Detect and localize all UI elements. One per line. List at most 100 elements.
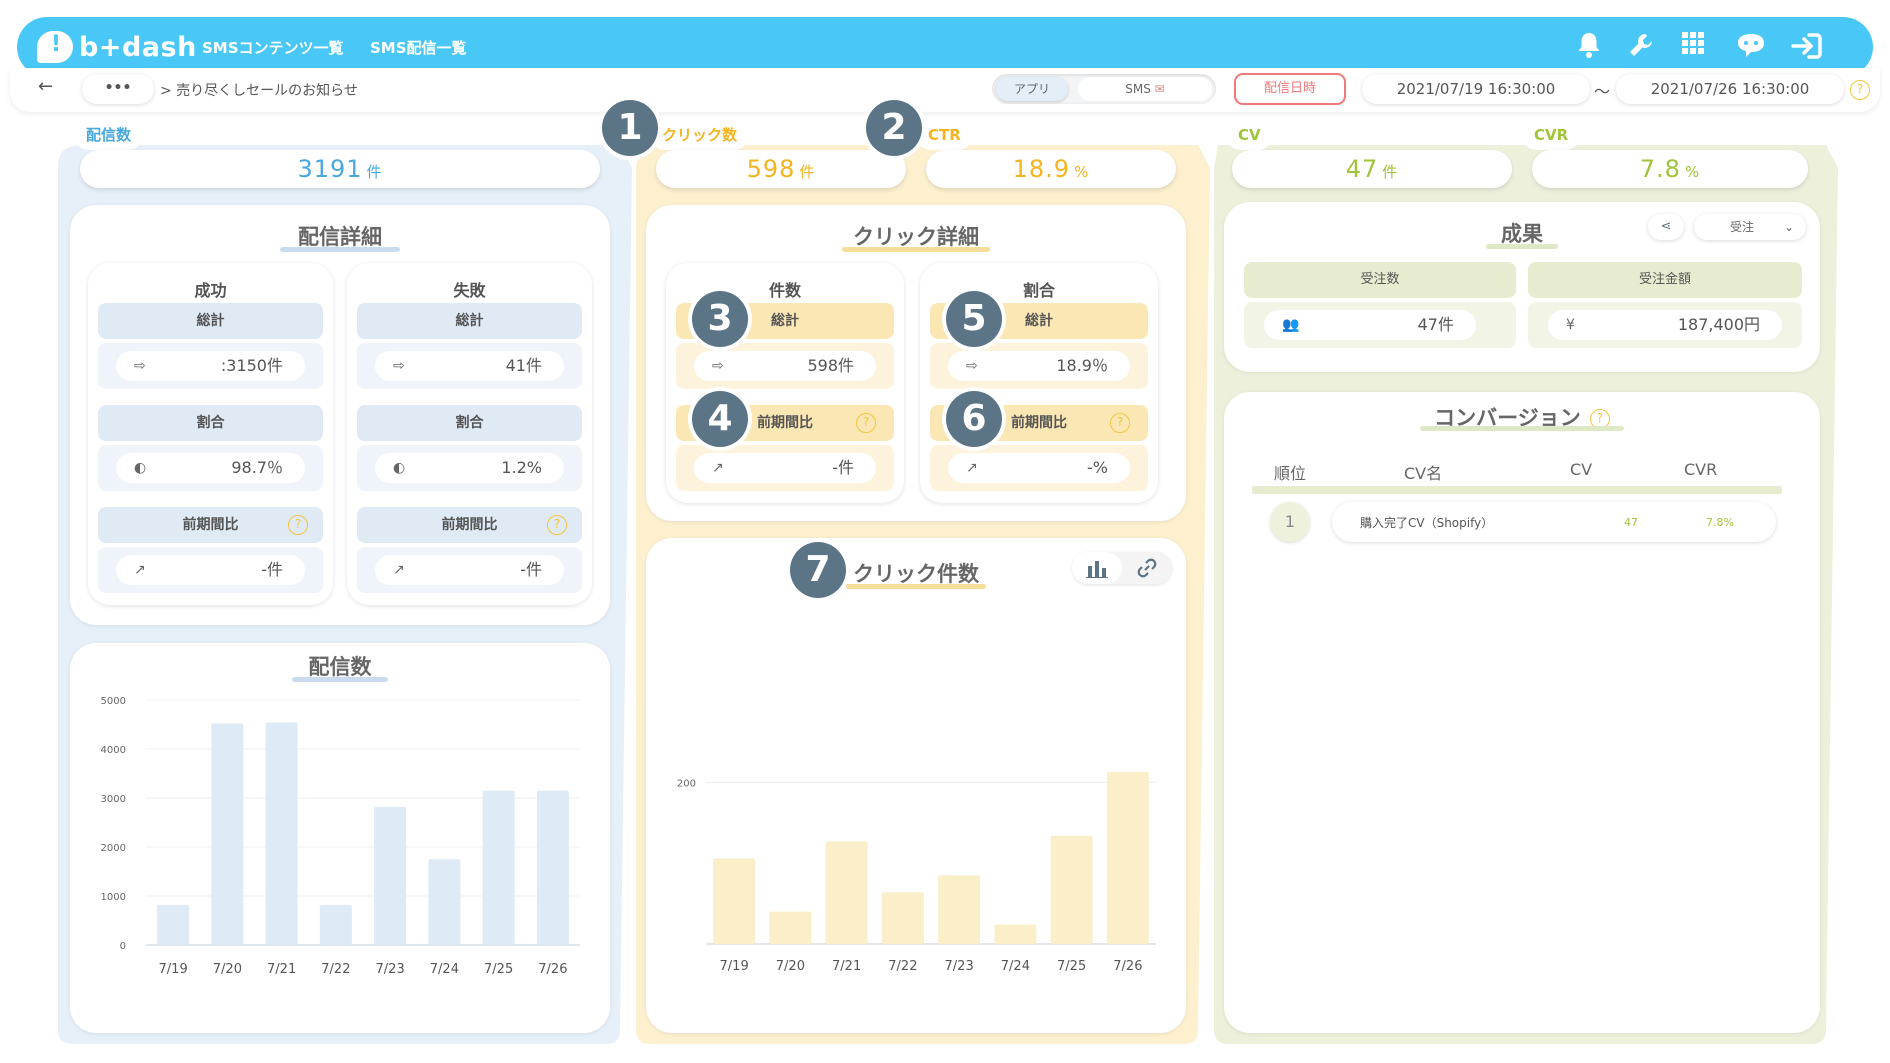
cvr-tag: CVR: [1522, 120, 1581, 150]
y-tick-label: 3000: [101, 794, 126, 805]
annotation-marker-4: 4: [692, 391, 748, 447]
cv-value: 47: [1345, 155, 1379, 183]
conversion-card: コンバージョン ? 順位 CV名 CV CVR 1 購入完了CV（Shopify…: [1224, 392, 1820, 1033]
results-underline: [1486, 244, 1558, 249]
results-select[interactable]: 受注 ⌄: [1694, 214, 1806, 240]
bar: [1106, 771, 1149, 944]
table-header-bar: [1252, 486, 1782, 494]
click-ratio-prev-value: -%: [1087, 458, 1108, 477]
bar: [769, 911, 812, 944]
success-prev-value: -件: [261, 560, 283, 579]
fail-ratio-pill: ◐ 1.2%: [375, 453, 564, 483]
click-count-total-row: ⇨ 598件: [676, 343, 894, 389]
orders-row: 👥 47件: [1244, 302, 1516, 348]
click-ratio-total-row: ⇨ 18.9％: [930, 343, 1148, 389]
pie-icon: ◐: [393, 460, 406, 476]
orders-pill: 👥 47件: [1264, 310, 1476, 340]
click-count-prev-help-icon[interactable]: ?: [856, 413, 876, 433]
send-icon: ⇨: [966, 358, 978, 374]
amount-pill: ¥187,400円: [1548, 310, 1782, 340]
trend-icon: ↗: [393, 562, 405, 578]
x-tick-label: 7/24: [1001, 959, 1030, 974]
click-count-prev-value: -件: [832, 458, 854, 477]
orders-label: 受注数: [1244, 262, 1516, 298]
success-label: 成功: [194, 281, 227, 300]
send-icon: ⇨: [712, 358, 724, 374]
col-rank-header: 順位: [1274, 464, 1307, 483]
bar: [265, 722, 298, 945]
x-tick-label: 7/26: [1113, 959, 1142, 974]
share-icon[interactable]: ⋖: [1648, 214, 1684, 240]
click-detail-card: クリック詳細 件数 総計 ⇨ 598件 前期間比 ? ↗ -件 割合 総計 ⇨ 18.…: [646, 205, 1186, 521]
click-detail-underline: [842, 247, 990, 252]
bar: [881, 892, 924, 944]
results-card: 成果 ⋖ 受注 ⌄ 受注数 👥 47件 受注金額 ¥187,400円: [1224, 202, 1820, 372]
bar: [428, 859, 461, 945]
fail-total-label: 総計: [357, 303, 582, 339]
bar: [157, 904, 190, 945]
yen-icon: ¥: [1566, 317, 1575, 333]
fail-total-row: ⇨ 41件: [357, 343, 582, 389]
click-ratio-prev-help-icon[interactable]: ?: [1110, 413, 1130, 433]
annotation-marker-5: 5: [946, 291, 1002, 347]
cv-count-cell: 47: [1624, 516, 1638, 529]
cv-unit: 件: [1382, 163, 1399, 181]
cvr-unit: %: [1684, 163, 1701, 181]
send-icon: ⇨: [393, 358, 405, 374]
annotation-marker-1: 1: [602, 100, 658, 156]
click-count-prev-row: ↗ -件: [676, 445, 894, 491]
click-bar-chart: 200 7/19 7/20 7/21 7/22 7/23 7/24 7/25 7/26: [677, 771, 1156, 974]
fail-prev-pill: ↗ -件: [375, 555, 564, 585]
cv-tag: CV: [1226, 120, 1273, 150]
x-tick-label: 7/22: [888, 959, 917, 974]
annotation-marker-3: 3: [692, 291, 748, 347]
chevron-down-icon: ⌄: [1783, 220, 1794, 234]
fail-prev-help-icon[interactable]: ?: [547, 515, 567, 535]
fail-label: 失敗: [453, 281, 486, 300]
x-tick-label: 7/20: [213, 962, 242, 977]
people-icon: 👥: [1282, 317, 1300, 333]
bar: [211, 723, 244, 945]
delivery-count-unit: 件: [366, 163, 383, 181]
cvr-value: 7.8: [1639, 155, 1681, 183]
col-cvname-header: CV名: [1404, 464, 1443, 483]
delivery-count-metric: 3191 件: [80, 150, 600, 188]
click-ratio-prev-pill: ↗ -%: [948, 453, 1130, 483]
y-tick-label: 1000: [101, 892, 126, 903]
trend-icon: ↗: [134, 562, 146, 578]
bar: [374, 806, 407, 945]
success-prev-help-icon[interactable]: ?: [288, 515, 308, 535]
x-tick-label: 7/20: [776, 959, 805, 974]
success-total-value: :3150件: [220, 356, 283, 375]
y-tick-label: 2000: [101, 843, 126, 854]
fail-ratio-value: 1.2%: [501, 458, 542, 477]
delivery-count-value: 3191: [297, 155, 363, 183]
fail-total-pill: ⇨ 41件: [375, 351, 564, 381]
trend-icon: ↗: [966, 460, 978, 476]
annotation-marker-7: 7: [790, 542, 846, 598]
success-subcard: 成功 総計 ⇨:3150件 割合 ◐ 98.7％ 前期間比 ? ↗ -件: [88, 263, 333, 605]
bar: [319, 904, 352, 945]
success-ratio-value: 98.7％: [231, 458, 283, 477]
trend-icon: ↗: [712, 460, 724, 476]
delivery-detail-card: 配信詳細 成功 総計 ⇨:3150件 割合 ◐ 98.7％ 前期間比 ? ↗ -件 …: [70, 205, 610, 625]
click-count-metric: 598 件: [656, 150, 906, 188]
x-tick-label: 7/24: [430, 962, 459, 977]
success-prev-pill: ↗ -件: [116, 555, 305, 585]
bar: [1050, 835, 1093, 944]
y-tick-label: 4000: [101, 745, 126, 756]
annotation-marker-6: 6: [946, 391, 1002, 447]
amount-row: ¥187,400円: [1528, 302, 1802, 348]
success-total-row: ⇨:3150件: [98, 343, 323, 389]
delivery-bar-chart: 0 1000 2000 3000 4000 5000 7/19 7/20 7/21 7/22 7/2…: [101, 696, 580, 977]
success-ratio-pill: ◐ 98.7％: [116, 453, 305, 483]
cv-metric: 47 件: [1232, 150, 1512, 188]
ctr-tag: CTR: [916, 120, 973, 150]
amount-label: 受注金額: [1528, 262, 1802, 298]
click-count-total-pill: ⇨ 598件: [694, 351, 876, 381]
click-count-value: 598: [746, 155, 796, 183]
click-count-prev-pill: ↗ -件: [694, 453, 876, 483]
delivery-detail-underline: [280, 247, 400, 252]
table-row[interactable]: 購入完了CV（Shopify） 47 7.8%: [1332, 502, 1776, 542]
delivery-count-tag: 配信数: [74, 120, 144, 150]
